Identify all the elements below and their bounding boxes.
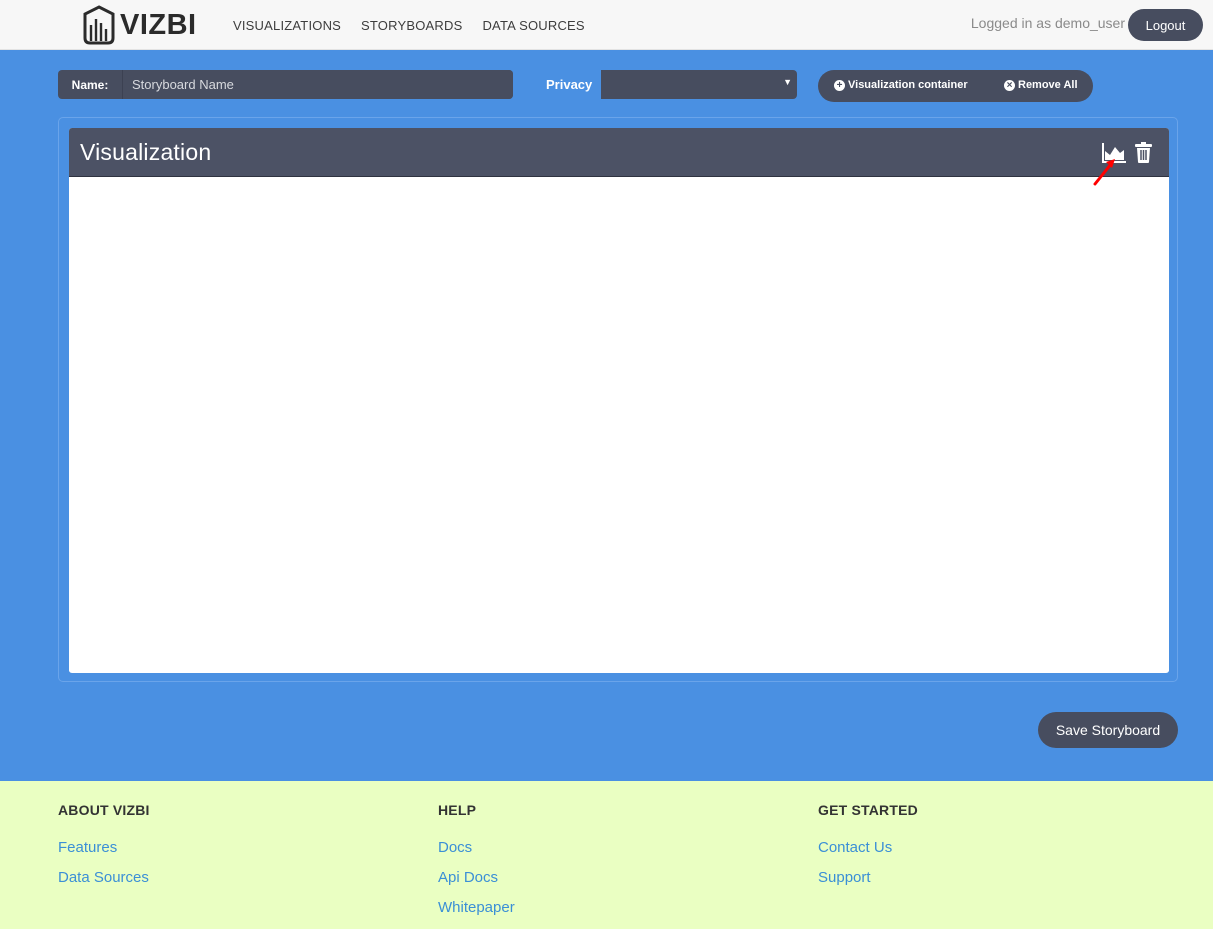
vizbi-logo-icon <box>83 5 115 45</box>
remove-all-label: Remove All <box>1018 79 1078 91</box>
footer-col-get-started: GET STARTED Contact Us Support <box>818 802 918 899</box>
footer-link-data-sources[interactable]: Data Sources <box>58 869 150 886</box>
footer-link-features[interactable]: Features <box>58 839 150 856</box>
site-footer: ABOUT VIZBI Features Data Sources HELP D… <box>0 781 1213 929</box>
plus-circle-icon: + <box>834 79 845 91</box>
visualization-title: Visualization <box>80 138 212 165</box>
nav-visualizations[interactable]: VISUALIZATIONS <box>233 18 341 33</box>
nav-data-sources[interactable]: DATA SOURCES <box>482 18 584 33</box>
footer-heading: GET STARTED <box>818 802 918 818</box>
caret-down-icon: ▼ <box>783 77 792 87</box>
brand-name: VIZBI <box>120 8 197 41</box>
trash-icon[interactable] <box>1135 142 1152 163</box>
privacy-select[interactable]: ▼ <box>601 70 797 99</box>
brand-logo[interactable]: VIZBI <box>82 5 197 45</box>
remove-all-button[interactable]: × Remove All <box>1004 79 1078 91</box>
times-circle-icon: × <box>1004 79 1015 91</box>
footer-link-api-docs[interactable]: Api Docs <box>438 869 515 886</box>
storyboard-name-input[interactable] <box>122 70 513 99</box>
footer-col-about: ABOUT VIZBI Features Data Sources <box>58 802 150 899</box>
top-navbar: VIZBI VISUALIZATIONS STORYBOARDS DATA SO… <box>0 0 1213 50</box>
main-nav: VISUALIZATIONS STORYBOARDS DATA SOURCES <box>233 0 605 50</box>
container-actions: + Visualization container × Remove All <box>818 70 1093 102</box>
save-storyboard-button[interactable]: Save Storyboard <box>1038 712 1178 748</box>
footer-link-support[interactable]: Support <box>818 869 918 886</box>
visualization-container[interactable]: Visualization <box>69 128 1169 673</box>
annotation-arrow-icon <box>1093 159 1115 186</box>
logged-in-status: Logged in as demo_user <box>970 15 1125 31</box>
storyboard-name-group: Name: <box>58 70 513 99</box>
logout-button[interactable]: Logout <box>1128 9 1203 41</box>
privacy-label: Privacy <box>546 77 593 92</box>
name-label: Name: <box>71 77 109 92</box>
footer-link-whitepaper[interactable]: Whitepaper <box>438 899 515 916</box>
footer-heading: ABOUT VIZBI <box>58 802 150 818</box>
footer-link-contact-us[interactable]: Contact Us <box>818 839 918 856</box>
add-container-label: Visualization container <box>848 79 968 91</box>
visualization-body <box>69 177 1169 672</box>
footer-link-docs[interactable]: Docs <box>438 839 515 856</box>
footer-heading: HELP <box>438 802 477 818</box>
visualization-header: Visualization <box>69 128 1169 177</box>
add-visualization-container-button[interactable]: + Visualization container <box>834 79 968 91</box>
nav-storyboards[interactable]: STORYBOARDS <box>361 18 462 33</box>
footer-col-help: HELP Docs Api Docs Whitepaper <box>438 802 515 929</box>
